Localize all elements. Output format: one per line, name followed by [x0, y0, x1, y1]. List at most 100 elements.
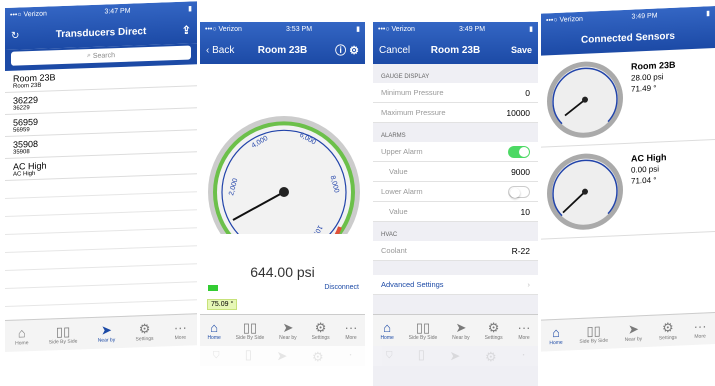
tab-side-by-side[interactable]: ▯▯ Side By Side [235, 319, 265, 341]
status-bar: •••○ Verizon 3:49 PM ▮ [373, 22, 538, 36]
battery-icon: ▮ [188, 5, 192, 13]
refresh-icon[interactable]: ↻ [11, 30, 19, 41]
cancel-button[interactable]: Cancel [379, 45, 410, 56]
pressure-gauge: 0 2,000 4,000 6,000 8,000 10,000 [208, 116, 360, 268]
tab-label: Settings [135, 335, 154, 342]
more-icon: ··· [517, 319, 531, 335]
tab-home[interactable]: ⌂ Home [380, 320, 394, 341]
tab-label: Side By Side [235, 334, 265, 341]
min-pressure-row[interactable]: Minimum Pressure 0 [373, 83, 538, 103]
tab-side-by-side[interactable]: ▯▯ Side By Side [48, 323, 78, 345]
advanced-settings-row[interactable]: Advanced Settings › [373, 275, 538, 295]
more-icon: · [348, 348, 353, 364]
back-button[interactable]: ‹ Back [206, 45, 234, 56]
battery-icon: ▮ [356, 26, 360, 33]
location-arrow-icon: ➤ [449, 349, 461, 364]
max-pressure-value[interactable]: 10000 [506, 108, 530, 118]
section-header-hvac: HVAC [373, 222, 538, 241]
lower-alarm-value[interactable]: 10 [521, 207, 530, 217]
tab-bar-reflection: ⌂ ▯ ➤ ⚙ · [200, 346, 365, 366]
tab-settings[interactable]: ⚙ Settings [311, 319, 330, 341]
location-arrow-icon: ➤ [455, 319, 467, 335]
book-icon: ▯ [244, 349, 252, 364]
tab-label: Near by [279, 334, 297, 341]
carrier-label: •••○ Verizon [205, 25, 242, 33]
tab-side-by-side[interactable]: ▯▯ Side By Side [409, 320, 438, 341]
tab-label: Home [207, 334, 221, 341]
save-button[interactable]: Save [511, 45, 532, 55]
carrier-label: •••○ Verizon [378, 25, 415, 33]
tab-settings[interactable]: ⚙ Settings [659, 319, 677, 341]
tab-settings[interactable]: ⚙ Settings [135, 320, 154, 342]
tab-home[interactable]: ⌂ Home [207, 320, 221, 341]
tab-label: Near by [452, 334, 470, 341]
disconnect-link[interactable]: Disconnect [324, 284, 359, 291]
sensor-name: Room 23B [631, 59, 676, 72]
phone-connected-sensors: •••○ Verizon 3:49 PM ▮ Connected Sensors… [541, 6, 715, 378]
lower-alarm-toggle[interactable] [508, 185, 530, 198]
tab-label: Side By Side [579, 337, 608, 345]
tab-bar: ⌂ Home ▯▯ Side By Side ➤ Near by ⚙ Settings … [5, 313, 197, 352]
gear-icon[interactable]: ⚙ [349, 45, 359, 57]
location-arrow-icon: ➤ [276, 349, 288, 364]
home-icon: ⌂ [552, 324, 560, 340]
lower-value-row[interactable]: Value 10 [373, 202, 538, 222]
clock: 3:53 PM [285, 25, 313, 33]
gears-icon: ⚙ [138, 320, 151, 336]
min-pressure-value[interactable]: 0 [525, 88, 530, 98]
tab-side-by-side[interactable]: ▯▯ Side By Side [579, 322, 608, 345]
more-icon: · [521, 348, 526, 364]
tab-more[interactable]: ··· More [694, 318, 707, 340]
tab-label: Side By Side [48, 337, 78, 345]
clock: 3:49 PM [458, 25, 486, 33]
tab-home[interactable]: ⌂ Home [15, 324, 29, 347]
tab-more[interactable]: ··· More [517, 319, 531, 341]
location-arrow-icon: ➤ [100, 321, 112, 338]
tab-bar: ⌂ Home ▯▯ Side By Side ➤ Near by ⚙ Settings … [373, 314, 538, 346]
phone-gauge-settings: •••○ Verizon 3:49 PM ▮ Cancel Room 23B S… [373, 22, 538, 386]
upper-alarm-toggle[interactable] [508, 145, 530, 158]
tab-near-by[interactable]: ➤ Near by [452, 319, 470, 341]
share-icon[interactable]: ⇪ [182, 23, 191, 36]
tab-home[interactable]: ⌂ Home [549, 324, 563, 346]
advanced-settings-label: Advanced Settings [381, 280, 444, 289]
tab-near-by[interactable]: ➤ Near by [98, 321, 116, 343]
search-placeholder: Search [92, 51, 116, 60]
tab-label: More [694, 332, 706, 340]
header: •••○ Verizon 3:49 PM ▮ Connected Sensors [541, 6, 715, 56]
tab-label: More [345, 334, 357, 341]
page-title: Room 23B [257, 44, 308, 56]
info-icon[interactable]: ⓘ [335, 45, 346, 57]
lower-alarm-label: Lower Alarm [381, 187, 423, 196]
home-icon: ⌂ [385, 348, 394, 364]
tab-settings[interactable]: ⚙ Settings [485, 320, 503, 341]
gears-icon: ⚙ [312, 349, 324, 364]
coolant-value[interactable]: R-22 [512, 246, 530, 256]
sensor-card[interactable]: AC High 0.00 psi 71.04 ° [541, 140, 715, 240]
upper-value-row[interactable]: Value 9000 [373, 162, 538, 182]
sensor-temperature: 71.04 ° [631, 175, 657, 186]
tab-near-by[interactable]: ➤ Near by [625, 321, 643, 343]
tab-label: Home [380, 334, 394, 341]
temperature-badge: 75.09 ° [207, 299, 238, 310]
mini-gauge [547, 61, 623, 138]
tab-label: Home [549, 339, 563, 346]
tab-label: Home [15, 339, 29, 347]
pressure-readout: 644.00 psi [250, 264, 315, 280]
tab-label: Settings [311, 334, 330, 341]
phone-device-list: •••○ Verizon 3:47 PM ▮ ↻ Transducers Dir… [5, 1, 197, 372]
sensor-card[interactable]: Room 23B 28.00 psi 71.49 ° [541, 48, 715, 148]
location-arrow-icon: ➤ [282, 319, 294, 335]
book-icon: ▯▯ [242, 319, 258, 335]
tab-near-by[interactable]: ➤ Near by [279, 319, 297, 341]
tab-more[interactable]: ··· More [174, 319, 187, 340]
max-pressure-row[interactable]: Maximum Pressure 10000 [373, 103, 538, 123]
clock: 3:47 PM [104, 7, 131, 16]
upper-alarm-value[interactable]: 9000 [511, 167, 530, 177]
gears-icon: ⚙ [314, 319, 327, 335]
battery-icon: ▮ [706, 10, 710, 18]
home-icon: ⌂ [17, 324, 26, 341]
coolant-row[interactable]: Coolant R-22 [373, 241, 538, 261]
tab-more[interactable]: ··· More [345, 320, 358, 341]
